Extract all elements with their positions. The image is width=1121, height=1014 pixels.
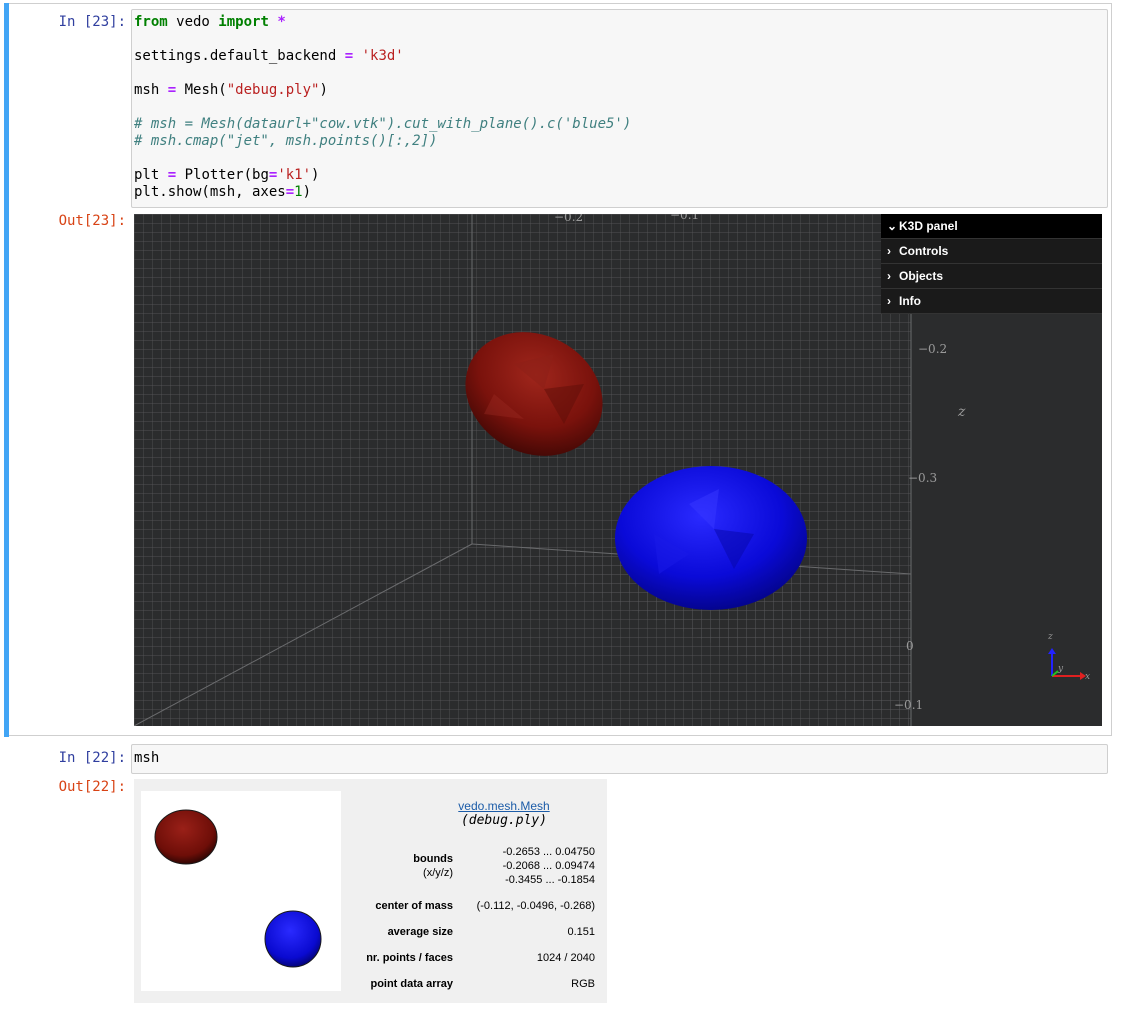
point-data-array-label: point data array <box>370 978 453 990</box>
axis-tick-label: −0.2 <box>554 214 584 224</box>
chevron-right-icon: › <box>887 294 891 308</box>
k3d-viewport[interactable]: −0.2 −0.1 −0.2 z −0.3 0 −0.1 z y x ⌄ K3D … <box>134 214 1102 726</box>
average-size-label: average size <box>387 926 453 938</box>
point-data-array-value: RGB <box>571 978 595 990</box>
gizmo-y-label: y <box>1058 664 1064 674</box>
bounds-z: -0.3455 ... -0.1854 <box>505 874 595 886</box>
code-line: plt.show(msh, axes=1) <box>134 184 312 200</box>
points-faces-label: nr. points / faces <box>366 952 453 964</box>
chevron-down-icon: ⌄ <box>887 219 898 233</box>
points-faces-value: 1024 / 2040 <box>536 952 595 964</box>
axis-tick-label: −0.3 <box>908 471 938 485</box>
bounds-sublabel: (x/y/z) <box>423 867 453 879</box>
bounds-x: -0.2653 ... 0.04750 <box>502 846 595 858</box>
bounds-y: -0.2068 ... 0.09474 <box>502 860 595 872</box>
k3d-panel-item-objects[interactable]: › Objects <box>881 264 1102 289</box>
axis-tick-label: −0.1 <box>670 214 700 222</box>
code-block[interactable]: msh <box>134 750 159 767</box>
k3d-panel-item-info[interactable]: › Info <box>881 289 1102 314</box>
gizmo-z-label: z <box>1048 632 1053 642</box>
center-of-mass-label: center of mass <box>375 900 453 912</box>
mesh-filename: (debug.ply) <box>460 813 548 828</box>
blue-mesh[interactable] <box>615 466 807 610</box>
axis-tick-label: −0.1 <box>894 698 924 712</box>
selected-cell-indicator <box>4 3 9 737</box>
code-input-area[interactable] <box>131 744 1108 774</box>
chevron-right-icon: › <box>887 244 891 258</box>
chevron-right-icon: › <box>887 269 891 283</box>
code-line: from vedo import * <box>134 14 286 30</box>
code-line: msh = Mesh("debug.ply") <box>134 82 328 98</box>
axes-gizmo <box>1048 648 1086 680</box>
mesh-summary: vedo.mesh.Mesh (debug.ply) bounds (x/y/z… <box>134 779 607 1003</box>
mesh-class-link[interactable]: vedo.mesh.Mesh <box>404 799 604 813</box>
code-line: # msh = Mesh(dataurl+"cow.vtk").cut_with… <box>134 116 632 132</box>
bounds-label: bounds <box>413 853 453 865</box>
k3d-panel-header[interactable]: ⌄ K3D panel <box>881 214 1102 239</box>
output-prompt: Out[23]: <box>58 213 126 229</box>
code-line: settings.default_backend = 'k3d' <box>134 48 404 64</box>
center-of-mass-value: (-0.112, -0.0496, -0.268) <box>476 900 595 912</box>
output-prompt: Out[22]: <box>58 779 126 795</box>
average-size-value: 0.151 <box>567 926 595 938</box>
k3d-panel-item-controls[interactable]: › Controls <box>881 239 1102 264</box>
input-prompt: In [22]: <box>58 750 126 766</box>
axis-tick-label: −0.2 <box>918 342 948 356</box>
input-prompt: In [23]: <box>58 14 126 30</box>
axis-tick-label: 0 <box>906 639 914 653</box>
code-line: plt = Plotter(bg='k1') <box>134 167 320 183</box>
code-line: # msh.cmap("jet", msh.points()[:,2]) <box>134 133 438 149</box>
k3d-panel[interactable]: ⌄ K3D panel › Controls › Objects › Info <box>881 214 1102 314</box>
code-block[interactable]: from vedo import * settings.default_back… <box>134 14 631 201</box>
gizmo-x-label: x <box>1085 672 1091 682</box>
mesh-thumbnail <box>141 791 341 991</box>
axis-title-z: z <box>958 404 966 420</box>
